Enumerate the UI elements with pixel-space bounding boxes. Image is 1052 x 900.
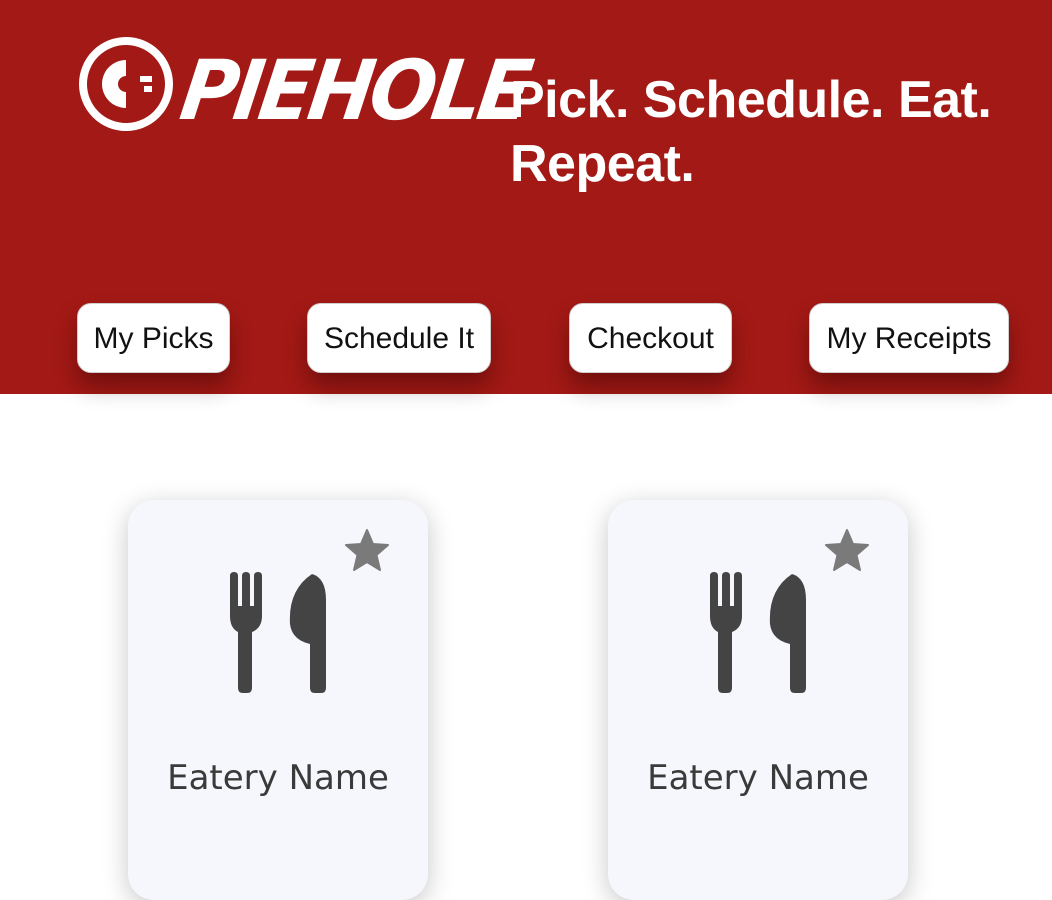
schedule-it-button[interactable]: Schedule It xyxy=(307,303,491,373)
eatery-card[interactable]: Eatery Name xyxy=(128,500,428,900)
checkout-button[interactable]: Checkout xyxy=(569,303,732,373)
fork-knife-icon xyxy=(230,572,326,693)
fork-knife-icon xyxy=(710,572,806,693)
header: PIEHOLE Pick. Schedule. Eat. Repeat. My … xyxy=(0,0,1052,394)
brand-name: PIEHOLE xyxy=(174,43,535,140)
my-receipts-button[interactable]: My Receipts xyxy=(809,303,1009,373)
star-icon[interactable] xyxy=(824,528,870,572)
eatery-name: Eatery Name xyxy=(647,758,869,798)
eatery-card[interactable]: Eatery Name xyxy=(608,500,908,900)
eatery-name: Eatery Name xyxy=(167,758,389,798)
my-picks-button[interactable]: My Picks xyxy=(77,303,230,373)
star-icon[interactable] xyxy=(344,528,390,572)
piehole-logo-icon xyxy=(79,37,173,131)
tagline: Pick. Schedule. Eat. Repeat. xyxy=(510,71,992,193)
